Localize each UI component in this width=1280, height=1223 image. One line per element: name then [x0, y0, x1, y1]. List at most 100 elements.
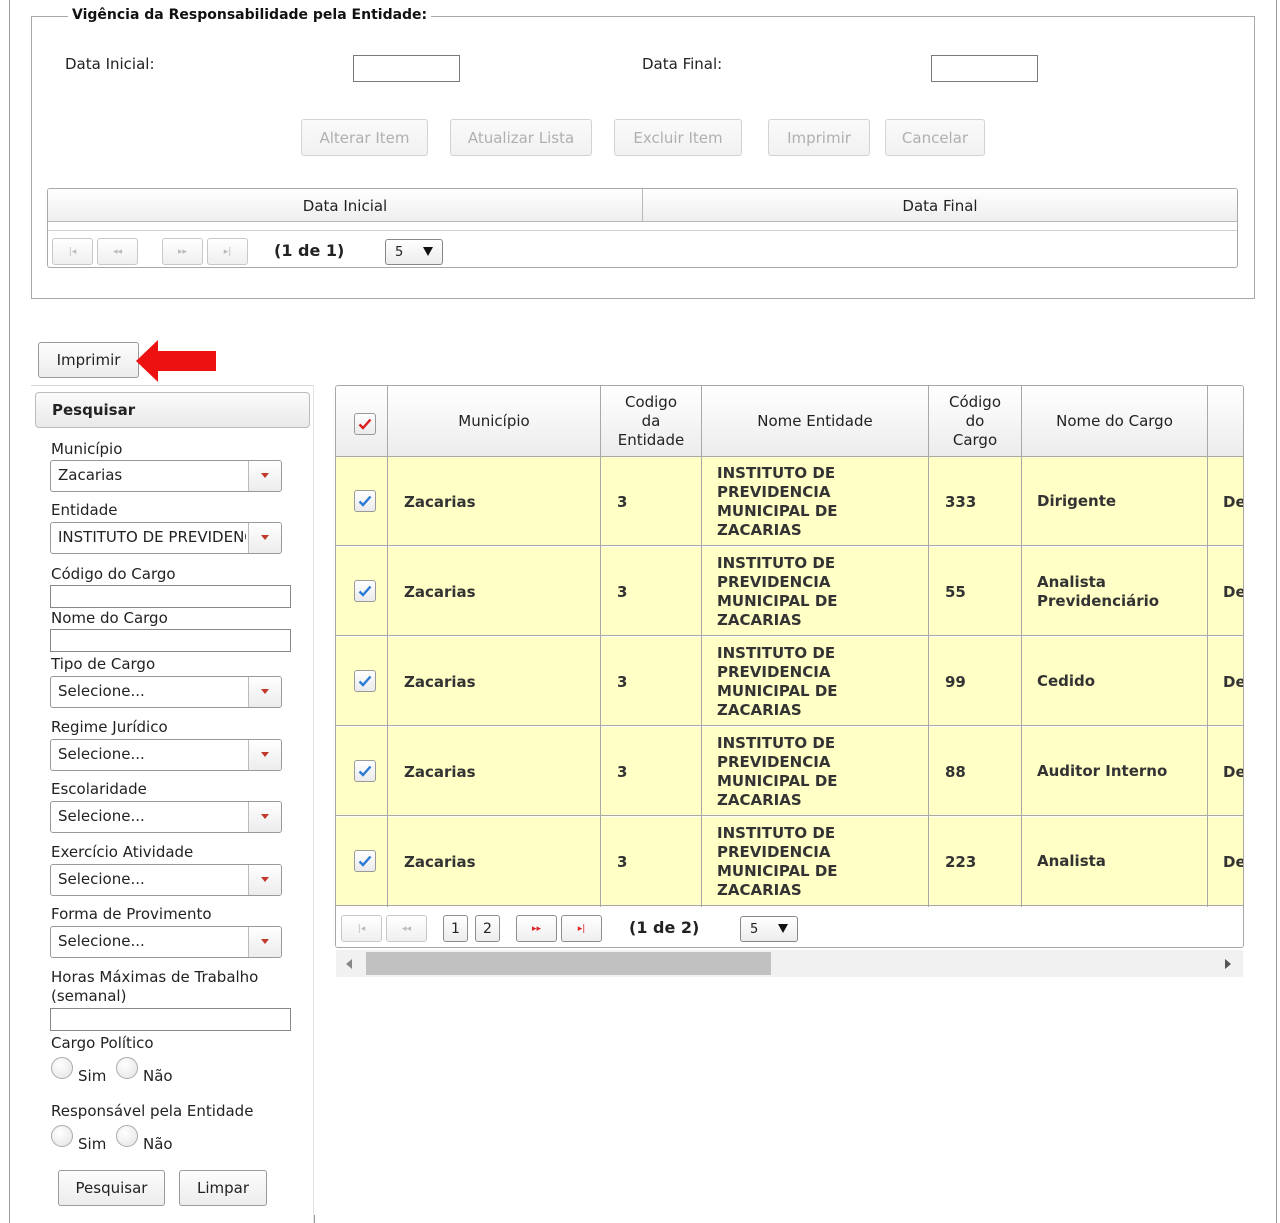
alterar-item-button[interactable]: Alterar Item — [301, 119, 428, 156]
nome-cargo-label: Nome do Cargo — [51, 609, 168, 627]
page-right-border — [1276, 0, 1277, 1223]
provimento-select[interactable]: Selecione... — [50, 926, 282, 958]
next-page-button[interactable]: ▸▸ — [516, 915, 557, 942]
data-inicial-label: Data Inicial: — [65, 55, 155, 73]
cargos-table: Município Codigo da Entidade Nome Entida… — [335, 385, 1244, 948]
row-checkbox[interactable] — [354, 580, 376, 602]
cell-codigo-entidade: 3 — [617, 492, 628, 511]
scrollbar-thumb[interactable] — [366, 952, 771, 975]
vigencia-imprimir-button[interactable]: Imprimir — [768, 119, 870, 156]
chevron-down-icon[interactable] — [248, 740, 281, 770]
row-checkbox[interactable] — [354, 850, 376, 872]
table-row[interactable]: Zacarias 3 INSTITUTO DE PREVIDENCIA MUNICIPA… — [336, 547, 1243, 636]
cell-nome-entidade: INSTITUTO DE PREVIDENCIA MUNICIPAL DE ZACAR… — [717, 823, 838, 899]
next-page-button[interactable]: ▸▸ — [162, 238, 203, 265]
horizontal-scrollbar[interactable] — [336, 950, 1243, 977]
vigencia-table-header: Data Inicial Data Final — [48, 189, 1237, 222]
responsavel-label: Responsável pela Entidade — [51, 1102, 254, 1120]
check-icon — [358, 418, 372, 430]
responsavel-sim-label: Sim — [78, 1135, 107, 1153]
nome-cargo-input[interactable] — [50, 629, 291, 652]
cell-nome-entidade: INSTITUTO DE PREVIDENCIA MUNICIPAL DE ZACAR… — [717, 643, 838, 719]
chevron-down-icon[interactable] — [248, 865, 281, 895]
escolaridade-select[interactable]: Selecione... — [50, 801, 282, 833]
page-size-value: 5 — [395, 244, 404, 260]
horas-label: Horas Máximas de Trabalho — [51, 968, 259, 986]
scroll-right-icon[interactable] — [1225, 959, 1231, 969]
regime-label: Regime Jurídico — [51, 718, 168, 736]
exercicio-label: Exercício Atividade — [51, 843, 194, 861]
prev-page-button[interactable]: ◂◂ — [97, 238, 138, 265]
codigo-cargo-input[interactable] — [50, 585, 291, 608]
tipo-cargo-select[interactable]: Selecione... — [50, 676, 282, 708]
data-inicial-input[interactable] — [353, 55, 460, 82]
cell-extra: De — [1223, 672, 1244, 691]
regime-select[interactable]: Selecione... — [50, 739, 282, 771]
select-all-checkbox[interactable] — [354, 413, 376, 435]
responsavel-nao-label: Não — [143, 1135, 173, 1153]
table-row[interactable]: Zacarias 3 INSTITUTO DE PREVIDENCIA MUNICIPA… — [336, 457, 1243, 546]
page-size-select[interactable]: 5 — [740, 916, 798, 942]
table-row[interactable]: Zacarias 3 INSTITUTO DE PREVIDENCIA MUNICIPA… — [336, 727, 1243, 816]
chevron-down-icon[interactable] — [248, 927, 281, 957]
row-checkbox[interactable] — [354, 760, 376, 782]
limpar-button[interactable]: Limpar — [179, 1170, 267, 1206]
prev-page-button[interactable]: ◂◂ — [386, 915, 427, 942]
cell-extra: De — [1223, 762, 1244, 781]
row-checkbox[interactable] — [354, 670, 376, 692]
page-size-select[interactable]: 5 — [385, 239, 443, 265]
imprimir-button[interactable]: Imprimir — [38, 342, 139, 378]
chevron-down-icon — [423, 247, 433, 256]
entidade-value: INSTITUTO DE PREVIDENCIA — [58, 528, 246, 546]
cancelar-button[interactable]: Cancelar — [885, 119, 985, 156]
col-data-inicial[interactable]: Data Inicial — [48, 189, 642, 222]
col-nome-cargo[interactable]: Nome do Cargo — [1022, 386, 1207, 457]
politico-nao-radio[interactable] — [116, 1057, 138, 1079]
col-codigo-entidade[interactable]: Codigo da Entidade — [601, 386, 701, 457]
cell-codigo-entidade: 3 — [617, 852, 628, 871]
cell-nome-cargo: Analista Previdenciário — [1037, 572, 1160, 610]
col-data-final[interactable]: Data Final — [643, 189, 1237, 222]
excluir-item-button[interactable]: Excluir Item — [614, 119, 742, 156]
chevron-down-icon[interactable] — [248, 461, 281, 491]
first-page-button[interactable]: |◂ — [52, 238, 93, 265]
atualizar-lista-button[interactable]: Atualizar Lista — [450, 119, 592, 156]
tipo-cargo-label: Tipo de Cargo — [51, 655, 156, 673]
col-next[interactable] — [1208, 386, 1243, 457]
pesquisar-button[interactable]: Pesquisar — [58, 1170, 165, 1206]
exercicio-select[interactable]: Selecione... — [50, 864, 282, 896]
tipo-cargo-value: Selecione... — [58, 682, 145, 700]
search-panel-header[interactable]: Pesquisar — [35, 392, 310, 428]
chevron-down-icon[interactable] — [248, 677, 281, 707]
page-2-button[interactable]: 2 — [475, 915, 500, 942]
last-page-button[interactable]: ▸| — [561, 915, 602, 942]
scroll-left-icon[interactable] — [346, 959, 352, 969]
cell-nome-entidade: INSTITUTO DE PREVIDENCIA MUNICIPAL DE ZACAR… — [717, 733, 838, 809]
responsavel-sim-radio[interactable] — [51, 1125, 73, 1147]
cell-municipio: Zacarias — [404, 852, 476, 871]
cell-nome-cargo: Cedido — [1037, 672, 1096, 690]
first-page-button[interactable]: |◂ — [341, 915, 382, 942]
municipio-select[interactable]: Zacarias — [50, 460, 282, 492]
panel-divider — [313, 385, 314, 1223]
table-row[interactable]: Zacarias 3 INSTITUTO DE PREVIDENCIA MUNICIPA… — [336, 817, 1243, 906]
page-1-button[interactable]: 1 — [443, 915, 468, 942]
row-checkbox[interactable] — [354, 490, 376, 512]
page-left-border — [9, 0, 10, 1223]
cell-nome-cargo: Analista — [1037, 852, 1106, 870]
chevron-down-icon[interactable] — [248, 802, 281, 832]
last-page-button[interactable]: ▸| — [207, 238, 248, 265]
regime-value: Selecione... — [58, 745, 145, 763]
col-municipio[interactable]: Município — [388, 386, 600, 457]
data-final-input[interactable] — [931, 55, 1038, 82]
entidade-select[interactable]: INSTITUTO DE PREVIDENCIA — [50, 522, 282, 554]
col-codigo-cargo[interactable]: Código do Cargo — [929, 386, 1021, 457]
horas-input[interactable] — [50, 1008, 291, 1031]
politico-sim-radio[interactable] — [51, 1057, 73, 1079]
cargo-politico-label: Cargo Político — [51, 1034, 154, 1052]
table-row[interactable]: Zacarias 3 INSTITUTO DE PREVIDENCIA MUNICIPA… — [336, 637, 1243, 726]
col-nome-entidade[interactable]: Nome Entidade — [702, 386, 928, 457]
cell-codigo-cargo: 88 — [945, 762, 966, 781]
chevron-down-icon[interactable] — [248, 523, 281, 553]
responsavel-nao-radio[interactable] — [116, 1125, 138, 1147]
